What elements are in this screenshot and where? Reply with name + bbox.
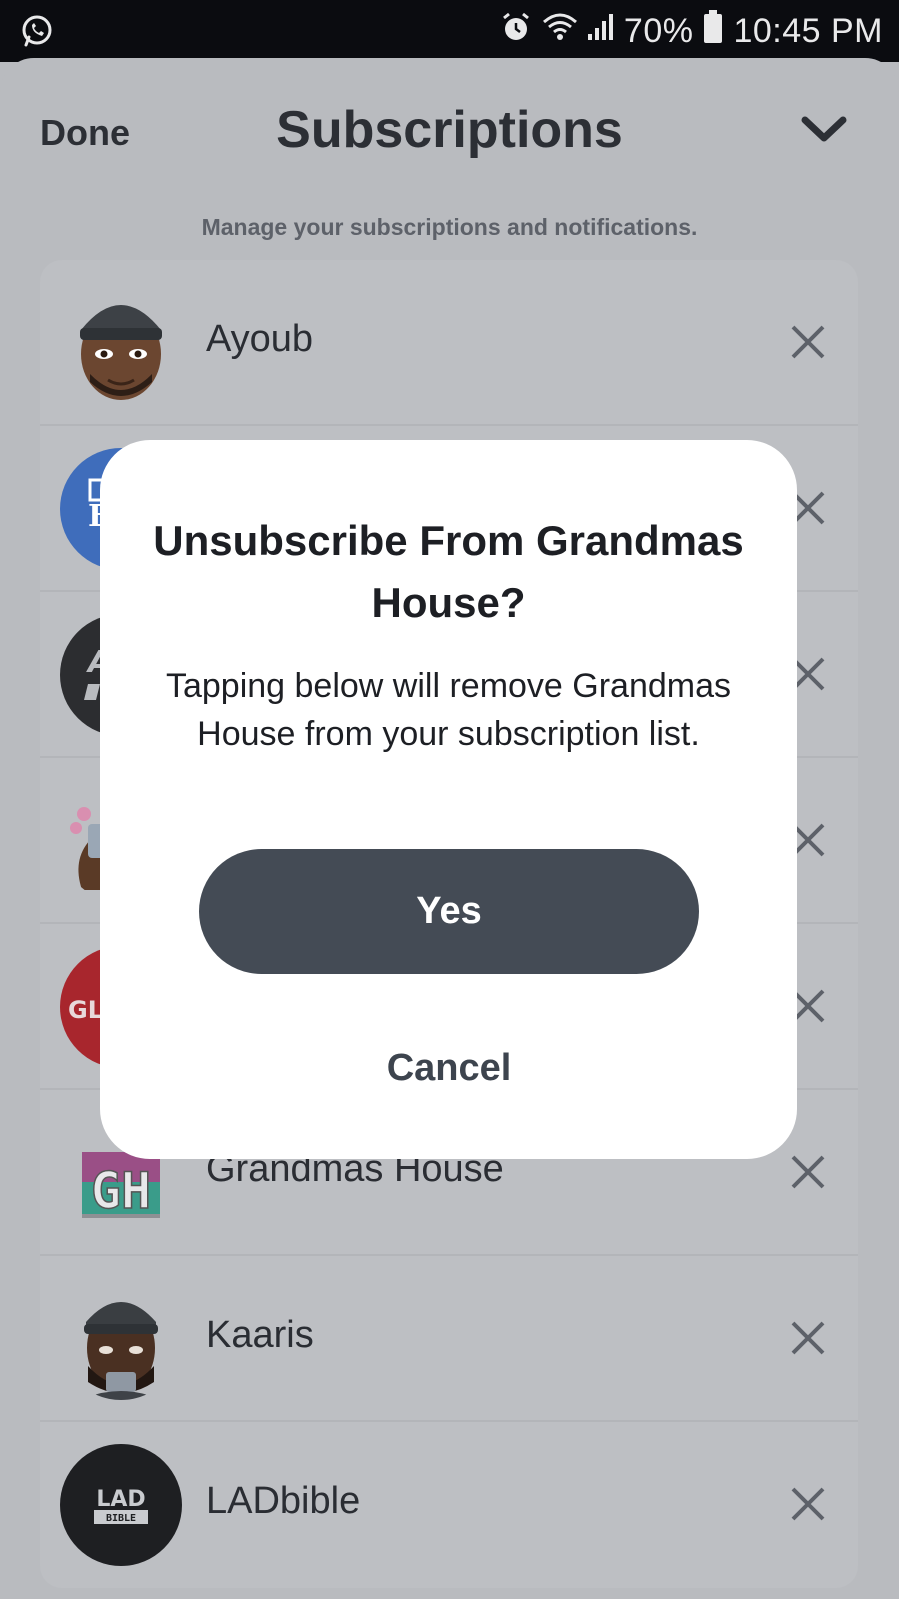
subscription-row-kaaris[interactable]: Kaaris [40,1256,858,1422]
battery-percent: 70% [623,12,694,50]
sheet-header: Done Subscriptions Manage your subscript… [0,58,899,240]
dialog-message: Tapping below will remove Grandmas House… [165,667,732,753]
logo-letters: GH [91,1162,151,1220]
publisher-letter: GL [68,996,103,1024]
page-subtitle: Manage your subscriptions and notificati… [201,214,698,240]
logo-top: LAD [96,1487,145,1512]
logo-bottom: BIBLE [106,1513,136,1524]
remove-icon[interactable] [788,1484,828,1524]
remove-icon[interactable] [788,1318,828,1358]
whatsapp-icon [20,14,54,53]
yes-button[interactable]: Yes [199,849,699,974]
subscription-name: Kaaris [206,1314,314,1356]
cancel-button[interactable]: Cancel [299,1028,599,1108]
signal-icon [587,12,614,51]
bitmoji-avatar [60,1278,182,1400]
bitmoji-avatar [60,282,182,404]
remove-icon[interactable] [788,1152,828,1192]
subscription-name: LADbible [206,1480,361,1522]
subscription-row-ladbible[interactable]: LAD BIBLE LADbible [40,1422,858,1588]
status-bar: 70% 10:45 PM [0,0,899,62]
ladbible-logo: LAD BIBLE [60,1444,182,1566]
remove-icon[interactable] [788,322,828,362]
chevron-down-icon[interactable] [799,110,849,150]
page-title: Subscriptions [276,101,623,159]
battery-icon [703,10,723,53]
subscription-row-ayoub[interactable]: Ayoub [40,260,858,426]
unsubscribe-dialog: Unsubscribe From Grandmas House? Tapping… [100,440,797,1159]
wifi-icon [542,12,578,51]
dialog-title: Unsubscribe From Grandmas House? [153,517,744,626]
alarm-icon [500,11,532,52]
subscription-name: Ayoub [206,318,314,360]
clock: 10:45 PM [733,12,883,50]
